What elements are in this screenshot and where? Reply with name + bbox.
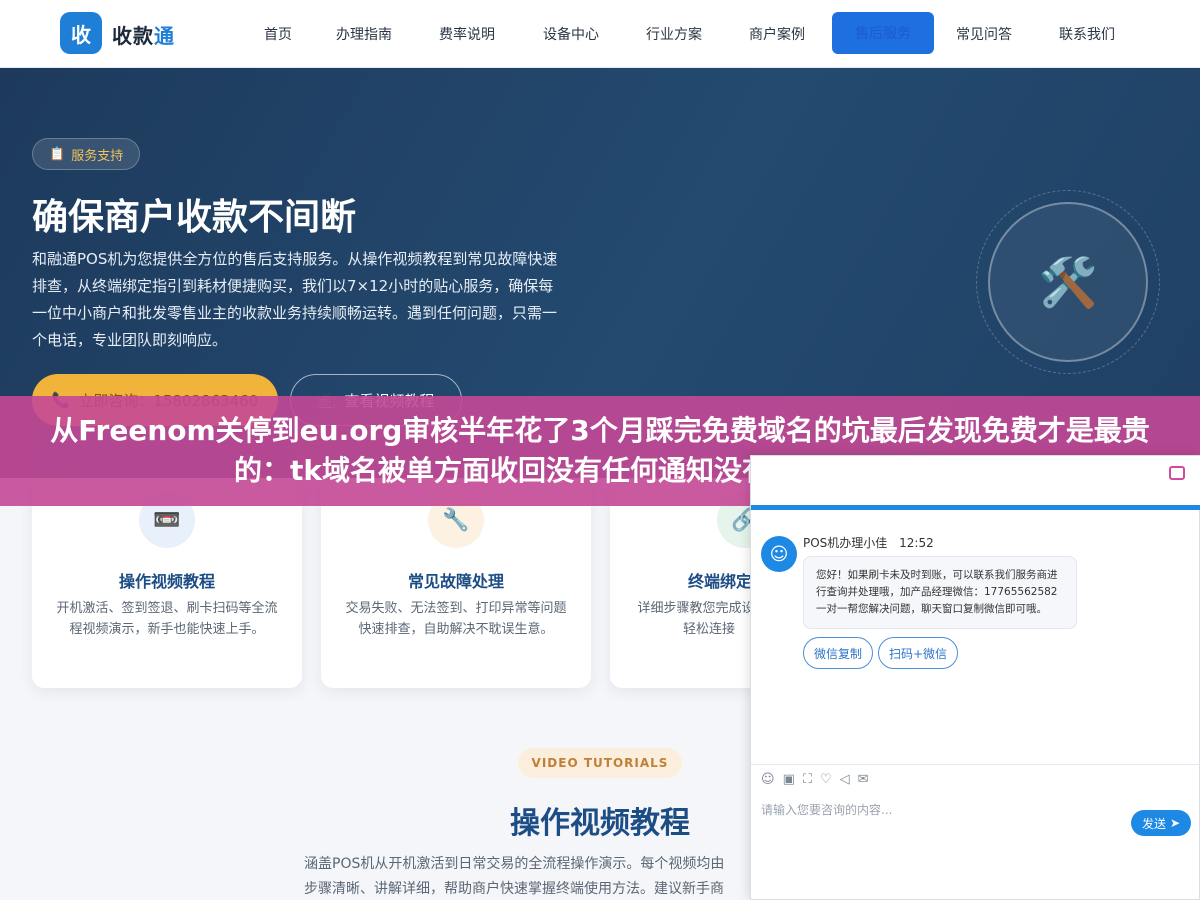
card-video-tutorial[interactable]: 📼 操作视频教程 开机激活、签到签退、刷卡扫码等全流程视频演示，新手也能快速上手… [32,478,302,688]
top-nav: 收 收款通 首页 办理指南 费率说明 设备中心 行业方案 商户案例 售后服务 常… [0,0,1200,68]
message-icon[interactable]: ✉ [858,772,869,787]
logo-text[interactable]: 收款通 [112,20,175,49]
hero-tag: 📋 服务支持 [32,138,141,170]
logo-text-accent: 通 [154,24,175,48]
chat-message-bubble: 您好！如果刷卡未及时到账，可以联系我们服务商进行查询并处理哦，加产品经理微信：1… [803,556,1077,629]
chat-agent-meta: POS机办理小佳 12:52 [803,534,934,551]
chat-input[interactable]: 请输入您要咨询的内容... [761,801,892,818]
chat-divider [751,764,1200,765]
scan-wechat-button[interactable]: 扫码+微信 [878,637,959,669]
nav-item-cases[interactable]: 商户案例 [749,24,805,44]
agent-avatar-icon: ☺ [761,536,797,572]
chat-toolbar: ☺ ▣ ⛶ ♡ ◁ ✉ [761,772,869,787]
hero-tag-label: 服务支持 [71,148,124,164]
voice-icon[interactable]: ◁ [840,772,850,787]
section-description-line-1: 涵盖POS机从开机激活到日常交易的全流程操作演示。每个视频均由 [304,856,725,872]
chat-header-bar [751,505,1200,510]
card-description: 交易失败、无法签到、打印异常等问题快速排查，自助解决不耽误生意。 [345,601,567,637]
nav-item-solutions[interactable]: 行业方案 [646,24,702,44]
emoji-icon[interactable]: ☺ [761,772,775,787]
section-pill: VIDEO TUTORIALS [518,748,682,778]
nav-item-devices[interactable]: 设备中心 [543,24,599,44]
card-description: 开机激活、签到签退、刷卡扫码等全流程视频演示，新手也能快速上手。 [56,601,278,637]
section-description: 涵盖POS机从开机激活到日常交易的全流程操作演示。每个视频均由 步骤清晰、讲解详… [304,852,750,900]
send-button[interactable]: 发送 ➤ [1131,810,1191,836]
hero-description: 和融通POS机为您提供全方位的售后支持服务。从操作视频教程到常见故障快速排查，从… [32,250,558,349]
chat-widget: ☺ POS机办理小佳 12:52 您好！如果刷卡未及时到账，可以联系我们服务商进… [750,455,1200,900]
tools-icon: 🛠️ [1038,254,1098,311]
image-icon[interactable]: ▣ [783,772,795,787]
card-title: 操作视频教程 [118,572,215,591]
nav-item-contact[interactable]: 联系我们 [1059,24,1115,44]
screenshot-icon[interactable]: ⛶ [803,772,812,787]
send-arrow-icon: ➤ [1169,816,1181,830]
rating-icon[interactable]: ♡ [820,772,832,787]
nav-item-home[interactable]: 首页 [264,24,292,44]
section-description-line-2: 步骤清晰、讲解详细，帮助商户快速掌握终端使用方法。建议新手商 [304,881,724,897]
agent-name: POS机办理小佳 [803,536,888,550]
send-button-label: 发送 [1141,816,1166,831]
card-troubleshooting[interactable]: 🔧 常见故障处理 交易失败、无法签到、打印异常等问题快速排查，自助解决不耽误生意… [321,478,591,688]
nav-item-rates[interactable]: 费率说明 [439,24,495,44]
nav-item-faq[interactable]: 常见问答 [956,24,1012,44]
emblem-circle: 🛠️ [988,202,1148,362]
nav-item-after-sales[interactable]: 售后服务 [832,12,934,54]
chat-header [751,456,1200,508]
logo-mark[interactable]: 收 [60,12,102,54]
message-time: 12:52 [899,536,934,550]
copy-wechat-button[interactable]: 微信复制 [803,637,874,669]
hero-title: 确保商户收款不间断 [32,197,357,238]
clipboard-icon: 📋 [49,146,66,162]
chat-minimize-icon[interactable] [1169,466,1185,480]
logo-text-main: 收款 [112,24,154,48]
card-title: 常见故障处理 [407,572,504,591]
nav-item-guide[interactable]: 办理指南 [336,24,392,44]
